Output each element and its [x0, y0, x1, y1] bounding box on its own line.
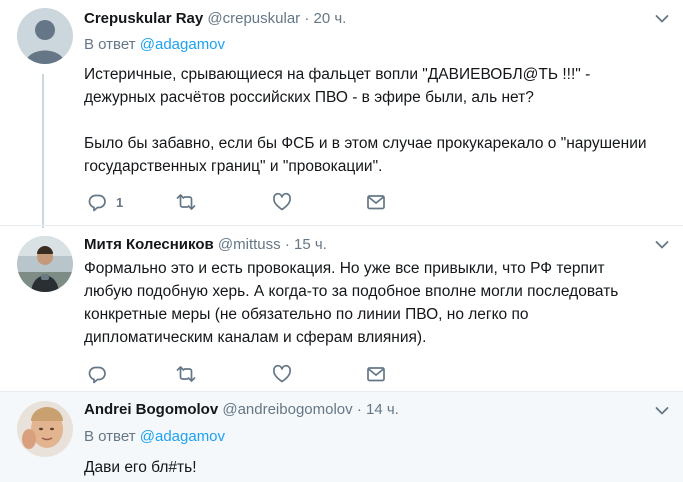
- tweet-header: Crepuskular Ray @crepuskular · 20 ч.: [84, 9, 346, 29]
- direct-message-button[interactable]: [366, 364, 386, 384]
- retweet-icon: [176, 366, 196, 382]
- tweet-text: Истеричные, срывающиеся на фальцет вопли…: [84, 66, 647, 175]
- tweet-header: Митя Колесников @mittuss · 15 ч.: [84, 235, 327, 255]
- user-handle[interactable]: @andreibogomolov: [222, 401, 352, 418]
- reply-button[interactable]: [87, 364, 107, 384]
- reply-button[interactable]: 1: [87, 192, 123, 212]
- envelope-icon: [367, 367, 385, 382]
- display-name[interactable]: Andrei Bogomolov: [84, 401, 218, 418]
- direct-message-button[interactable]: [366, 192, 386, 212]
- display-name[interactable]: Crepuskular Ray: [84, 10, 203, 27]
- retweet-button[interactable]: [176, 364, 196, 384]
- replying-prefix: В ответ: [84, 428, 140, 445]
- user-handle[interactable]: @mittuss: [218, 236, 281, 253]
- envelope-icon: [367, 195, 385, 210]
- tweet-text: Формально это и есть провокация. Но уже …: [84, 260, 619, 346]
- timestamp[interactable]: 20 ч.: [314, 10, 347, 27]
- like-button[interactable]: [272, 364, 292, 384]
- timestamp[interactable]: 14 ч.: [366, 401, 399, 418]
- replying-to: В ответ @adagamov: [84, 35, 225, 55]
- retweet-icon: [176, 194, 196, 210]
- separator-dot: ·: [304, 10, 310, 27]
- replying-prefix: В ответ: [84, 36, 140, 53]
- reply-icon: [88, 366, 106, 384]
- reply-icon: [88, 194, 106, 212]
- chevron-down-icon[interactable]: [655, 240, 669, 250]
- mention-link[interactable]: @adagamov: [140, 36, 225, 53]
- mention-link[interactable]: @adagamov: [140, 428, 225, 445]
- user-photo: [17, 236, 73, 292]
- tweet-mittuss[interactable]: Митя Колесников @mittuss · 15 ч. Формаль…: [0, 225, 683, 391]
- thread-line: [42, 74, 44, 228]
- separator-dot: ·: [284, 236, 290, 253]
- retweet-button[interactable]: [176, 192, 196, 212]
- timestamp[interactable]: 15 ч.: [294, 236, 327, 253]
- replying-to: В ответ @adagamov: [84, 427, 225, 447]
- reply-count: 1: [116, 194, 124, 210]
- tweet-crepuskular[interactable]: Crepuskular Ray @crepuskular · 20 ч. В о…: [0, 0, 683, 228]
- user-handle[interactable]: @crepuskular: [207, 10, 300, 27]
- tweet-text: Дави его бл#ть!: [84, 459, 197, 476]
- display-name[interactable]: Митя Колесников: [84, 236, 214, 253]
- heart-icon: [273, 192, 291, 211]
- tweet-header: Andrei Bogomolov @andreibogomolov · 14 ч…: [84, 400, 399, 420]
- chevron-down-icon[interactable]: [655, 406, 669, 416]
- user-photo: [17, 401, 73, 457]
- heart-icon: [273, 364, 291, 383]
- separator-dot: ·: [356, 401, 362, 418]
- like-button[interactable]: [272, 192, 292, 212]
- chevron-down-icon[interactable]: [655, 14, 669, 24]
- avatar[interactable]: [17, 401, 73, 457]
- avatar[interactable]: [17, 8, 73, 64]
- tweet-andreibogomolov[interactable]: Andrei Bogomolov @andreibogomolov · 14 ч…: [0, 391, 683, 482]
- default-profile-icon: [17, 8, 73, 64]
- avatar[interactable]: [17, 236, 73, 292]
